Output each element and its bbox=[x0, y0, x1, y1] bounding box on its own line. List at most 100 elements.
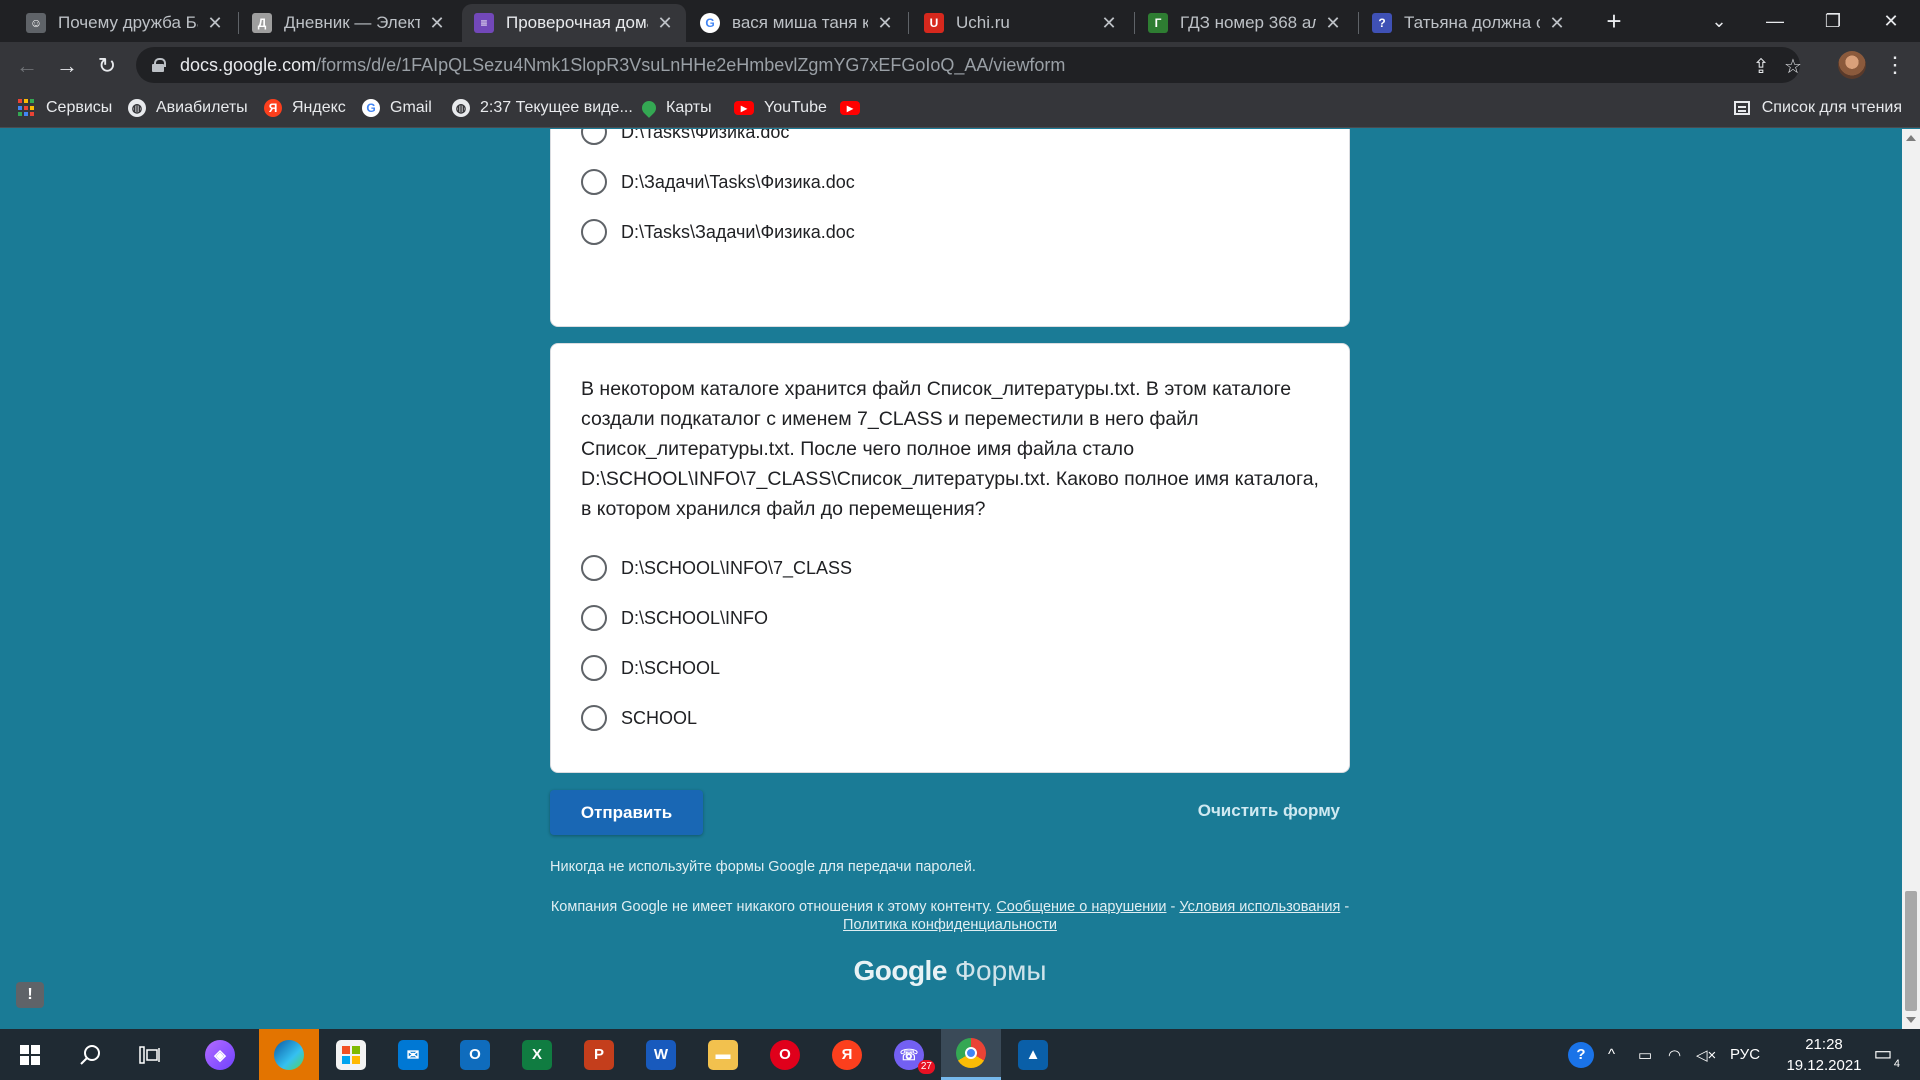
taskbar-excel[interactable]: X bbox=[507, 1029, 567, 1080]
close-window-icon[interactable]: ✕ bbox=[1862, 0, 1920, 42]
youtube-icon: ▶ bbox=[734, 101, 754, 115]
close-icon[interactable]: ✕ bbox=[1324, 13, 1342, 34]
report-abuse-link[interactable]: Сообщение о нарушении bbox=[996, 899, 1166, 915]
share-icon[interactable]: ⇪ bbox=[1748, 53, 1774, 79]
privacy-link[interactable]: Политика конфиденциальности bbox=[843, 917, 1057, 933]
bookmark-yandex[interactable]: Я Яндекс bbox=[264, 96, 346, 120]
option-item[interactable]: D:\Задачи\Tasks\Физика.doc bbox=[581, 169, 855, 195]
outlook-icon: O bbox=[460, 1039, 490, 1070]
avatar[interactable] bbox=[1838, 51, 1866, 79]
menu-icon[interactable]: ⋮ bbox=[1880, 50, 1910, 80]
taskbar-alice[interactable]: ◈ bbox=[190, 1029, 250, 1080]
maps-icon bbox=[639, 98, 659, 118]
password-note: Никогда не используйте формы Google для … bbox=[550, 859, 976, 875]
scrollbar-thumb[interactable] bbox=[1905, 891, 1917, 1011]
bookmarks-bar: Сервисы ◍ Авиабилеты Я Яндекс G Gmail ◍ … bbox=[0, 88, 1920, 128]
radio-button[interactable] bbox=[581, 705, 607, 731]
bookmark-youtube-2[interactable]: ▶ bbox=[840, 96, 860, 120]
taskbar-edge[interactable] bbox=[259, 1029, 319, 1080]
radio-button[interactable] bbox=[581, 555, 607, 581]
forward-icon[interactable]: → bbox=[50, 49, 84, 83]
tab-4[interactable]: U Uchi.ru ✕ bbox=[912, 4, 1130, 42]
tab-2[interactable]: ≡ Проверочная домаш ✕ bbox=[462, 4, 686, 42]
new-tab-button[interactable]: + bbox=[1598, 6, 1630, 38]
taskbar-word[interactable]: W bbox=[631, 1029, 691, 1080]
option-item[interactable]: D:\SCHOOL\INFO\7_CLASS bbox=[581, 555, 852, 581]
radio-button[interactable] bbox=[581, 129, 607, 145]
google-forms-logo[interactable]: Google Формы bbox=[550, 955, 1350, 987]
volume-icon[interactable]: ◁× bbox=[1696, 1029, 1716, 1080]
option-label: D:\Tasks\Задачи\Физика.doc bbox=[621, 221, 855, 242]
close-icon[interactable]: ✕ bbox=[1548, 13, 1566, 34]
bookmark-video[interactable]: ◍ 2:37 Текущее виде... bbox=[452, 96, 633, 120]
close-icon[interactable]: ✕ bbox=[876, 13, 894, 34]
reading-list-button[interactable]: Список для чтения bbox=[1733, 96, 1902, 120]
language-indicator[interactable]: РУС bbox=[1730, 1029, 1760, 1080]
wifi-icon[interactable]: ◠ bbox=[1668, 1029, 1681, 1080]
feedback-icon[interactable]: ! bbox=[16, 982, 44, 1008]
option-item[interactable]: D:\Tasks\Задачи\Физика.doc bbox=[581, 219, 855, 245]
restore-icon[interactable]: ❐ bbox=[1804, 0, 1862, 42]
notification-center-icon[interactable]: ▭ 4 bbox=[1866, 1038, 1900, 1070]
close-icon[interactable]: ✕ bbox=[656, 13, 674, 34]
taskbar-viber[interactable]: ☏ 27 bbox=[879, 1029, 939, 1080]
taskbar-photos[interactable]: ▲ bbox=[1003, 1029, 1063, 1080]
tab-6[interactable]: ? Татьяна должна обсу ✕ bbox=[1360, 4, 1578, 42]
radio-button[interactable] bbox=[581, 219, 607, 245]
help-icon[interactable]: ? bbox=[1568, 1029, 1594, 1080]
tab-5[interactable]: Г ГДЗ номер 368 алгеб ✕ bbox=[1136, 4, 1354, 42]
taskbar-powerpoint[interactable]: P bbox=[569, 1029, 629, 1080]
reading-list-icon bbox=[1733, 101, 1750, 115]
bookmark-avia[interactable]: ◍ Авиабилеты bbox=[128, 96, 248, 120]
option-item[interactable]: D:\SCHOOL\INFO bbox=[581, 605, 768, 631]
scroll-up-icon[interactable] bbox=[1906, 135, 1916, 141]
tab-0[interactable]: ☺ Почему дружба База ✕ bbox=[14, 4, 236, 42]
bookmark-maps[interactable]: Карты bbox=[639, 96, 712, 120]
bookmark-youtube[interactable]: ▶ YouTube bbox=[734, 96, 827, 120]
tab-search-icon[interactable]: ⌄ bbox=[1690, 0, 1748, 42]
close-icon[interactable]: ✕ bbox=[206, 13, 224, 34]
taskbar-mail[interactable]: ✉ bbox=[383, 1029, 443, 1080]
taskbar-chrome[interactable] bbox=[941, 1029, 1001, 1080]
google-icon: G bbox=[700, 13, 720, 33]
battery-icon[interactable]: ▭ bbox=[1638, 1029, 1652, 1080]
start-button[interactable] bbox=[0, 1029, 60, 1080]
address-bar[interactable]: docs.google.com/forms/d/e/1FAIpQLSezu4Nm… bbox=[136, 47, 1802, 83]
terms-link[interactable]: Условия использования bbox=[1179, 899, 1340, 915]
option-item[interactable]: SCHOOL bbox=[581, 705, 697, 731]
task-view-button[interactable] bbox=[120, 1029, 180, 1080]
tab-title: Почему дружба База bbox=[58, 13, 198, 32]
lock-icon[interactable] bbox=[152, 58, 166, 72]
close-icon[interactable]: ✕ bbox=[1100, 13, 1118, 34]
taskbar-opera[interactable]: O bbox=[755, 1029, 815, 1080]
clock[interactable]: 21:28 19.12.2021 bbox=[1774, 1034, 1874, 1076]
back-icon[interactable]: ← bbox=[10, 49, 44, 83]
bookmark-gmail[interactable]: G Gmail bbox=[362, 96, 432, 120]
scrollbar[interactable] bbox=[1902, 129, 1920, 1029]
taskbar-outlook[interactable]: O bbox=[445, 1029, 505, 1080]
bookmark-services[interactable]: Сервисы bbox=[18, 96, 112, 120]
close-icon[interactable]: ✕ bbox=[428, 13, 446, 34]
yandex-browser-icon: Я bbox=[832, 1039, 862, 1070]
search-button[interactable] bbox=[60, 1029, 120, 1080]
taskbar-yandex[interactable]: Я bbox=[817, 1029, 877, 1080]
tab-3[interactable]: G вася миша таня катал ✕ bbox=[688, 4, 906, 42]
tab-1[interactable]: Д Дневник — Электрон ✕ bbox=[240, 4, 458, 42]
star-icon[interactable]: ☆ bbox=[1780, 53, 1806, 79]
taskbar-explorer[interactable]: ▬ bbox=[693, 1029, 753, 1080]
option-item[interactable]: D:\Tasks\Физика.doc bbox=[581, 129, 789, 145]
task-view-icon bbox=[135, 1040, 165, 1070]
tray-chevron-icon[interactable]: ^ bbox=[1608, 1029, 1615, 1080]
submit-button[interactable]: Отправить bbox=[550, 790, 703, 835]
option-item[interactable]: D:\SCHOOL bbox=[581, 655, 720, 681]
reload-icon[interactable]: ↻ bbox=[90, 49, 124, 83]
radio-button[interactable] bbox=[581, 655, 607, 681]
radio-button[interactable] bbox=[581, 169, 607, 195]
scroll-down-icon[interactable] bbox=[1906, 1017, 1916, 1023]
radio-button[interactable] bbox=[581, 605, 607, 631]
diary-icon: Д bbox=[252, 13, 272, 33]
minimize-icon[interactable]: — bbox=[1746, 0, 1804, 42]
taskbar-store[interactable] bbox=[321, 1029, 381, 1080]
option-label: D:\Задачи\Tasks\Физика.doc bbox=[621, 171, 855, 192]
clear-form-button[interactable]: Очистить форму bbox=[1198, 801, 1340, 821]
